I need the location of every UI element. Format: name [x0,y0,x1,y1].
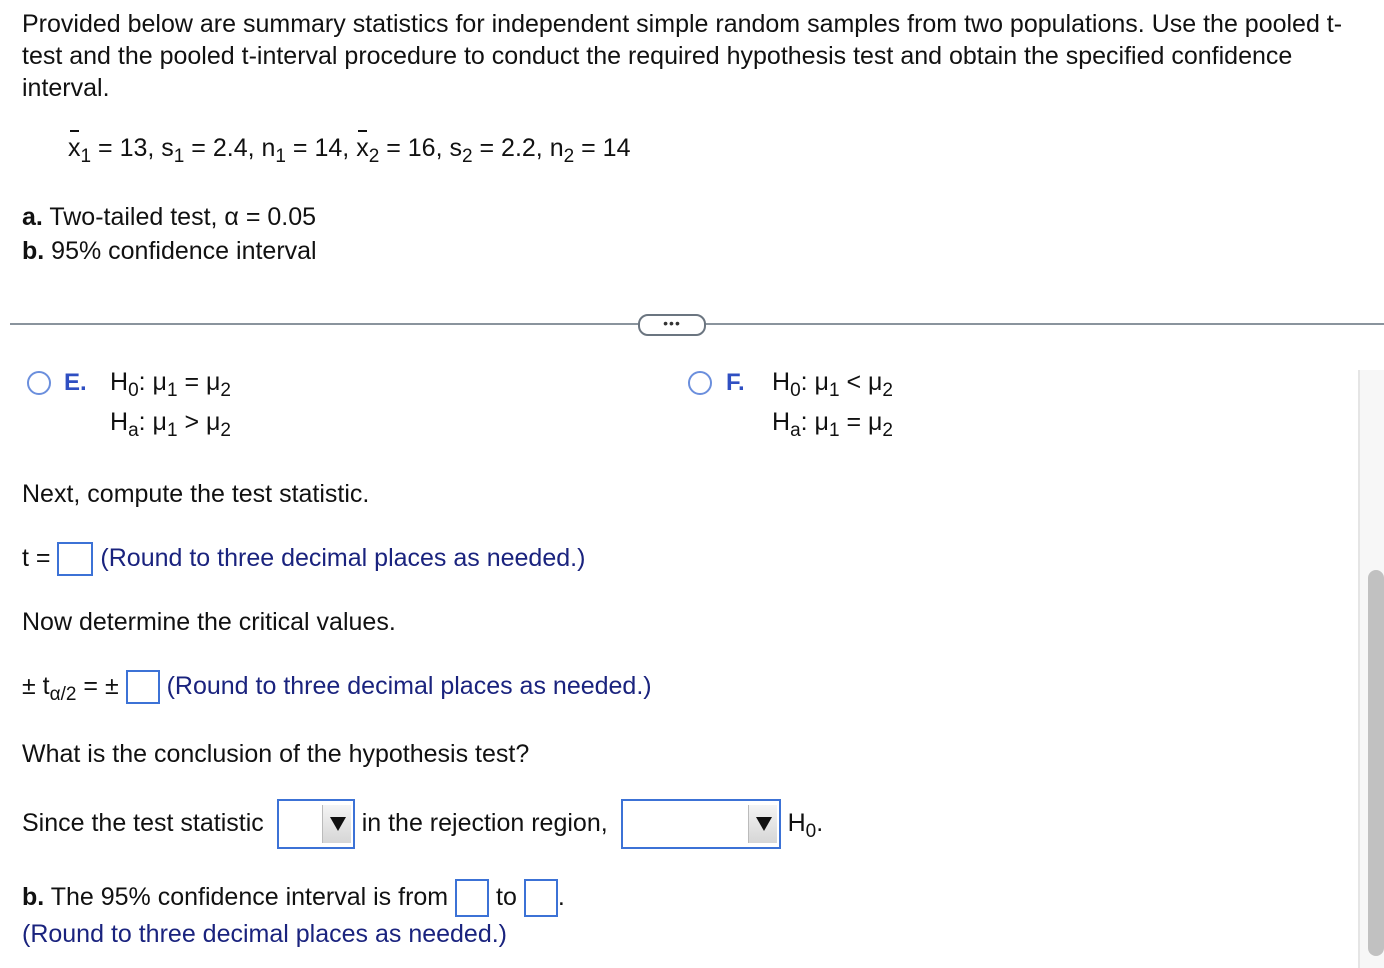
t-hint: (Round to three decimal places as needed… [100,544,586,572]
n2-sub: 2 [563,146,575,167]
n2-label: n [549,134,564,162]
interval-text: The 95% confidence interval is from [44,883,449,911]
part-b-label: b. [22,237,45,265]
s1-value: = 2.4, [184,134,262,162]
conclusion-prefix: Since the test statistic [22,809,264,837]
option-e-letter[interactable]: E. [64,369,87,397]
x2-sub: 2 [368,146,380,167]
critical-label: ± t [22,672,50,700]
dropdown-arrow-icon[interactable] [321,805,351,844]
conclusion-heading: What is the conclusion of the hypothesis… [22,740,530,768]
option-f-letter[interactable]: F. [726,369,745,397]
part-b-text: 95% confidence interval [44,237,317,265]
part-b: b. 95% confidence interval [22,234,317,268]
interval-to-input[interactable] [523,879,558,918]
test-stat-row: t = (Round to three decimal places as ne… [22,540,586,577]
critical-sub: α/2 [49,684,77,705]
s2-sub: 2 [461,146,473,167]
s2-value: = 2.2, [472,134,550,162]
option-f-radio[interactable] [688,371,712,395]
conclusion-h0-sub: 0 [805,821,817,842]
option-e-radio[interactable] [27,371,51,395]
critical-input[interactable] [125,670,160,705]
interval-from-input[interactable] [455,879,490,918]
s2-label: s [449,134,462,162]
s1-sub: 1 [173,146,185,167]
t-input[interactable] [57,542,94,577]
conclusion-end: . [816,809,824,837]
option-f-ha: Ha: μ1 = μ2 [772,408,893,441]
option-e-h0: H0: μ1 = μ2 [110,368,231,401]
more-button[interactable]: ••• [638,314,706,336]
n2-value: = 14 [574,134,631,162]
interval-to: to [496,883,517,911]
n1-value: = 14, [285,134,357,162]
scrollbar-thumb[interactable] [1368,570,1384,956]
x1-value: = 13, [98,134,162,162]
option-f-h0: H0: μ1 < μ2 [772,368,893,401]
n1-sub: 1 [275,146,286,167]
interval-row: b. The 95% confidence interval is from t… [22,879,565,918]
critical-heading: Now determine the critical values. [22,608,396,636]
decision-select[interactable] [620,799,781,850]
part-a-text: Two-tailed test, α = 0.05 [42,203,317,231]
test-stat-region-select[interactable] [276,799,355,850]
problem-intro: Provided below are summary statistics fo… [22,10,1343,102]
test-stat-heading: Next, compute the test statistic. [22,480,370,508]
interval-label: b. [22,883,45,911]
conclusion-h0: H [787,809,806,837]
critical-hint: (Round to three decimal places as needed… [166,672,652,700]
x1-sub: 1 [80,146,92,167]
given-statistics: x1 = 13, s1 = 2.4, n1 = 14, x2 = 16, s2 … [68,130,631,166]
x2-value: = 16, [379,134,450,162]
conclusion-middle: in the rejection region, [361,809,608,837]
t-label: t = [22,544,51,572]
critical-eq: = ± [76,672,119,700]
option-e-ha: Ha: μ1 > μ2 [110,408,231,441]
part-a: a. Two-tailed test, α = 0.05 [22,200,316,234]
dropdown-arrow-icon[interactable] [747,805,777,844]
part-a-label: a. [22,203,43,231]
interval-end: . [557,883,565,911]
conclusion-row: Since the test statistic in the rejectio… [22,798,824,850]
x2-bar: x [356,130,369,162]
x1-bar: x [68,130,81,162]
s1-label: s [161,134,174,162]
n1-label: n [261,134,276,162]
interval-hint: (Round to three decimal places as needed… [22,920,508,948]
critical-row: ± tα/2 = ± (Round to three decimal place… [22,668,652,705]
